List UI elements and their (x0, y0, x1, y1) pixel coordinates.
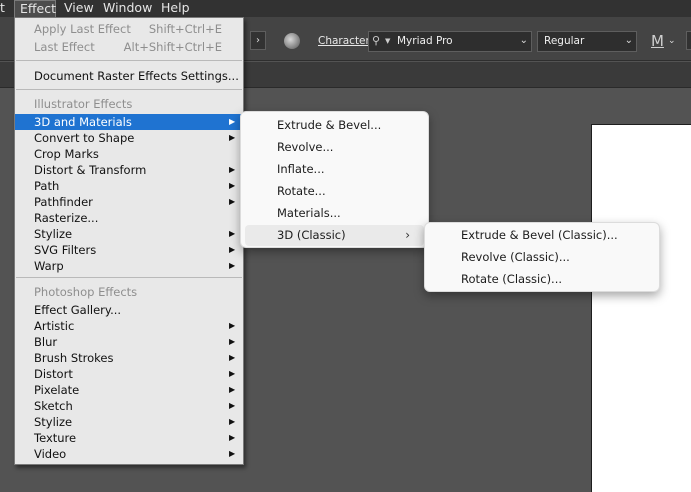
menu-item-svg-filters[interactable]: SVG Filters ▶ (15, 242, 243, 258)
menu-separator (16, 89, 242, 90)
submenu-arrow-icon: ▶ (229, 133, 236, 142)
submenu-arrow-icon: ▶ (229, 385, 236, 394)
submenu-arrow-icon: ▶ (229, 337, 236, 346)
menu-item-rasterize[interactable]: Rasterize... (15, 210, 243, 226)
font-size-icon[interactable]: M (651, 32, 664, 50)
illustrator-effects-heading: Illustrator Effects (34, 97, 133, 111)
menu-item-sketch[interactable]: Sketch ▶ (15, 398, 243, 414)
search-icon: ⚲ (372, 34, 381, 47)
submenu-item-rotate[interactable]: Rotate... (245, 181, 424, 202)
submenu-arrow-icon: ▶ (229, 229, 236, 238)
menu-bar: t Effect View Window Help (0, 0, 691, 18)
submenu-arrow-icon: ▶ (229, 353, 236, 362)
submenu-item-extrude-bevel[interactable]: Extrude & Bevel... (245, 115, 424, 136)
menu-item-path[interactable]: Path ▶ (15, 178, 243, 194)
shortcut-text: Shift+Ctrl+E (148, 22, 222, 36)
character-panel-link[interactable]: Character: (318, 35, 373, 47)
menu-item-previous-partial[interactable]: t (0, 0, 5, 17)
submenu-item-3d-classic[interactable]: 3D (Classic) › (245, 225, 424, 246)
menu-item-window[interactable]: Window (103, 0, 152, 17)
menu-item-warp[interactable]: Warp ▶ (15, 258, 243, 274)
menu-item-effect-gallery[interactable]: Effect Gallery... (15, 302, 243, 318)
recolor-globe-icon[interactable] (284, 33, 300, 49)
photoshop-effects-heading: Photoshop Effects (34, 285, 138, 299)
document-raster-settings-item[interactable]: Document Raster Effects Settings... (15, 68, 243, 84)
overflow-button[interactable] (686, 31, 691, 50)
submenu-arrow-icon: ▶ (229, 261, 236, 270)
submenu-arrow-icon: ▶ (229, 117, 236, 126)
menu-item-help[interactable]: Help (161, 0, 190, 17)
submenu-arrow-icon: ▶ (229, 181, 236, 190)
menu-item-pathfinder[interactable]: Pathfinder ▶ (15, 194, 243, 210)
menu-item-crop-marks[interactable]: Crop Marks (15, 146, 243, 162)
menu-item-3d-and-materials[interactable]: 3D and Materials ▶ (15, 114, 243, 130)
menu-item-texture[interactable]: Texture ▶ (15, 430, 243, 446)
submenu-arrow-icon: ▶ (229, 165, 236, 174)
submenu-item-revolve-classic[interactable]: Revolve (Classic)... (429, 247, 655, 268)
submenu-arrow-icon: ▶ (229, 245, 236, 254)
submenu-arrow-icon: ▶ (229, 369, 236, 378)
submenu-item-revolve[interactable]: Revolve... (245, 137, 424, 158)
chevron-down-icon: ⌄ (519, 35, 528, 46)
menu-separator (16, 60, 242, 61)
expand-arrow-button[interactable]: › (250, 31, 266, 50)
submenu-arrow-icon: ▶ (229, 197, 236, 206)
menu-item-artistic[interactable]: Artistic ▶ (15, 318, 243, 334)
submenu-arrow-icon: ▶ (229, 321, 236, 330)
submenu-item-extrude-bevel-classic[interactable]: Extrude & Bevel (Classic)... (429, 225, 655, 246)
menu-item-distort-ps[interactable]: Distort ▶ (15, 366, 243, 382)
menu-item-distort-transform[interactable]: Distort & Transform ▶ (15, 162, 243, 178)
font-style-value: Regular (544, 35, 585, 47)
menu-item-brush-strokes[interactable]: Brush Strokes ▶ (15, 350, 243, 366)
artboard[interactable] (591, 124, 691, 492)
chevron-right-icon: › (405, 228, 410, 242)
submenu-arrow-icon: ▶ (229, 449, 236, 458)
menu-item-video[interactable]: Video ▶ (15, 446, 243, 462)
menu-item-view[interactable]: View (64, 0, 94, 17)
menu-item-blur[interactable]: Blur ▶ (15, 334, 243, 350)
3d-classic-submenu: Extrude & Bevel (Classic)... Revolve (Cl… (424, 222, 660, 292)
last-effect-item: Last Effect Alt+Shift+Ctrl+E (34, 40, 222, 54)
chevron-down-icon: ⌄ (624, 35, 633, 46)
submenu-arrow-icon: ▶ (229, 417, 236, 426)
font-family-value: Myriad Pro (397, 35, 453, 47)
chevron-right-icon: › (256, 35, 260, 46)
submenu-item-rotate-classic[interactable]: Rotate (Classic)... (429, 269, 655, 290)
font-style-dropdown[interactable]: Regular ⌄ (537, 31, 637, 52)
3d-and-materials-submenu: Extrude & Bevel... Revolve... Inflate...… (240, 111, 429, 248)
submenu-item-materials[interactable]: Materials... (245, 203, 424, 224)
shortcut-text: Alt+Shift+Ctrl+E (123, 40, 222, 54)
submenu-arrow-icon: ▶ (229, 433, 236, 442)
font-family-dropdown[interactable]: ⚲ ▼ Myriad Pro ⌄ (368, 31, 532, 52)
menu-item-stylize-ps[interactable]: Stylize ▶ (15, 414, 243, 430)
menu-item-stylize[interactable]: Stylize ▶ (15, 226, 243, 242)
chevron-down-icon[interactable]: ⌄ (668, 36, 676, 46)
menu-item-convert-to-shape[interactable]: Convert to Shape ▶ (15, 130, 243, 146)
apply-last-effect-item: Apply Last Effect Shift+Ctrl+E (34, 22, 222, 36)
effect-menu-dropdown: Apply Last Effect Shift+Ctrl+E Last Effe… (14, 17, 244, 465)
menu-item-effect[interactable]: Effect (14, 0, 56, 18)
submenu-arrow-icon: ▶ (229, 401, 236, 410)
chevron-down-icon: ▼ (385, 37, 391, 45)
menu-item-pixelate[interactable]: Pixelate ▶ (15, 382, 243, 398)
submenu-item-inflate[interactable]: Inflate... (245, 159, 424, 180)
menu-separator (16, 277, 242, 278)
